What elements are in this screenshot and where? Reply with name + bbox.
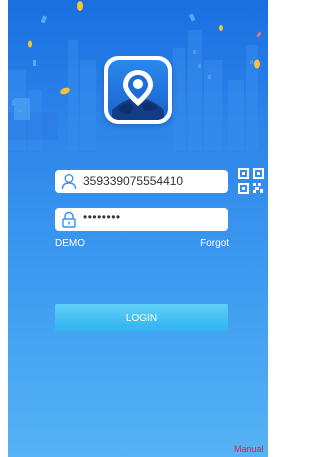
login-button[interactable]: LOGIN — [55, 304, 228, 332]
demo-link[interactable]: DEMO — [55, 238, 85, 249]
password-field[interactable]: •••••••• — [55, 208, 228, 231]
app-logo — [104, 56, 172, 124]
username-value: 359339075554410 — [83, 174, 184, 188]
manual-link[interactable]: Manual — [234, 444, 264, 454]
user-icon — [61, 174, 77, 190]
qr-code-icon[interactable] — [238, 168, 264, 194]
password-value: •••••••• — [83, 210, 121, 224]
lock-icon — [62, 211, 76, 228]
username-field[interactable]: 359339075554410 — [55, 170, 228, 193]
map-pin-globe-icon — [112, 70, 164, 120]
login-screen: 359339075554410 •••••••• DEMO Forgot LOG… — [8, 0, 268, 457]
forgot-password-link[interactable]: Forgot — [200, 238, 229, 249]
